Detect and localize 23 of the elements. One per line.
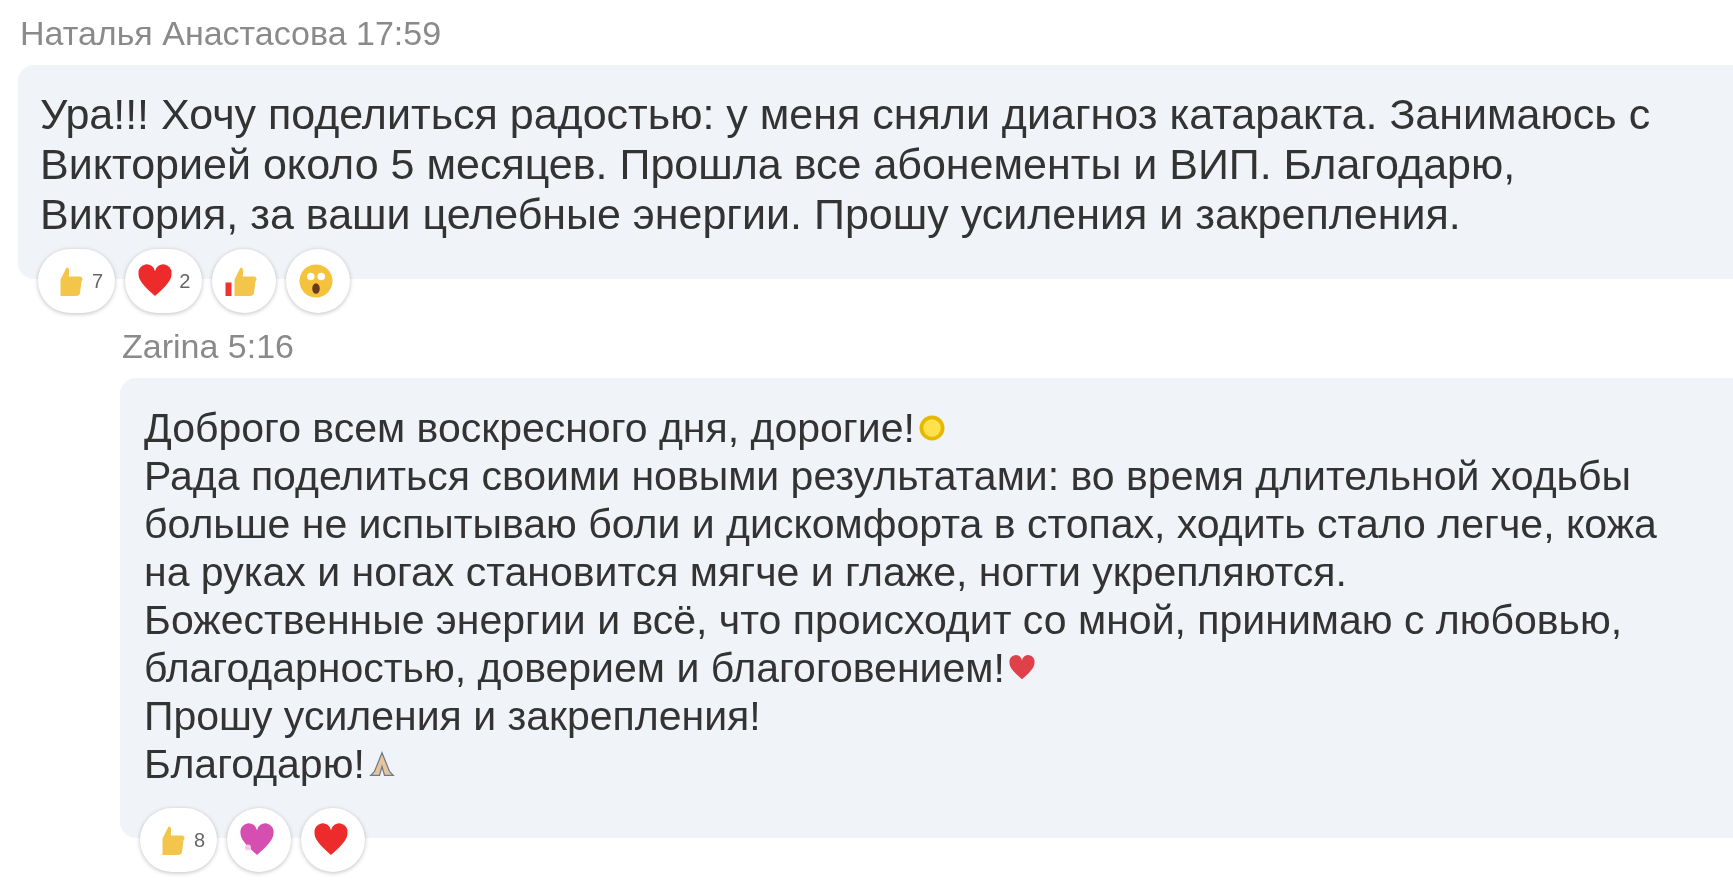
message-text: Божественные энергии и всё, что происходит со мной, принимаю с любовью, — [144, 596, 1623, 644]
sparkling-heart-icon — [239, 822, 276, 858]
reaction-button[interactable] — [227, 808, 292, 872]
reaction-button[interactable]: 2 — [125, 249, 203, 313]
shocked-face-icon — [298, 263, 335, 299]
message-text: Благодарю! — [144, 740, 365, 788]
message-text: Рада поделиться своими новыми результатами: во время длительной ходьбы — [144, 452, 1631, 500]
heart-icon — [313, 822, 350, 858]
message-text: Ура!!! Хочу поделиться радостью: у меня сняли диагноз катаракта. Занимаюсь с — [40, 89, 1651, 139]
message-text: Викторией около 5 месяцев. Прошла все абонементы и ВИП. Благодарю, — [40, 139, 1516, 189]
message-text: на руках и ногах становится мягче и глаже, ногти укрепляются. — [144, 548, 1347, 596]
message-meta: Zarina 5:16 — [122, 327, 294, 366]
heart-icon — [137, 263, 174, 299]
reaction-button[interactable] — [301, 808, 366, 872]
reaction-button[interactable] — [212, 249, 277, 313]
reaction-button[interactable]: 7 — [38, 249, 116, 313]
message-text: благодарностью, доверием и благоговением! — [144, 644, 1005, 692]
message-text: Доброго всем воскресного дня, дорогие! — [144, 404, 915, 452]
message-text: больше не испытываю боли и дискомфорта в стопах, ходить стало легче, кожа — [144, 500, 1657, 548]
reaction-button[interactable]: 8 — [140, 808, 218, 872]
message-text: Прошу усиления и закрепления! — [144, 692, 761, 740]
message-meta: Наталья Анастасова 17:59 — [20, 14, 442, 53]
message-text: Виктория, за ваши целебные энергии. Прошу усиления и закрепления. — [40, 189, 1461, 239]
